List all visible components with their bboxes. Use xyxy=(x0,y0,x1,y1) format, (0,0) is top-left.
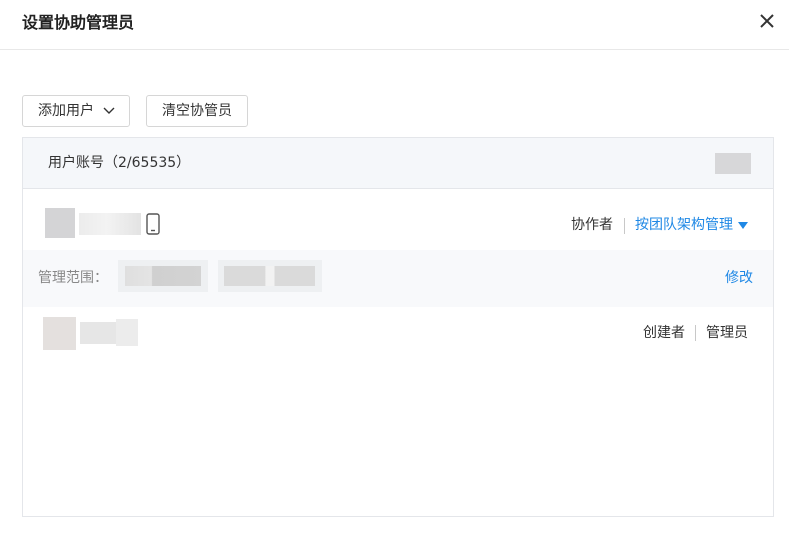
scope-tag xyxy=(218,260,322,292)
edit-scope-link[interactable]: 修改 xyxy=(725,269,753,287)
header-redacted-block xyxy=(715,153,751,174)
avatar xyxy=(43,317,76,350)
management-scope-row: 管理范围： 修改 xyxy=(23,250,773,307)
add-user-button[interactable]: 添加用户 xyxy=(22,95,130,127)
role-divider xyxy=(695,325,696,341)
avatar xyxy=(45,208,75,238)
close-icon[interactable] xyxy=(757,11,777,31)
scope-tag xyxy=(118,260,208,292)
table-header: 用户账号（2/65535） xyxy=(23,138,773,189)
user-table: 用户账号（2/65535） 协作者 按团队架构管理 管理范围： 修改 创建者 管… xyxy=(22,137,774,517)
role-admin: 管理员 xyxy=(706,325,748,341)
clear-coadmins-button[interactable]: 清空协管员 xyxy=(146,95,248,127)
dialog-header: 设置协助管理员 xyxy=(0,0,789,50)
scope-label: 管理范围： xyxy=(38,270,108,286)
table-row: 协作者 按团队架构管理 xyxy=(23,190,773,250)
table-row: 创建者 管理员 xyxy=(23,307,773,367)
user-account-count: 用户账号（2/65535） xyxy=(48,155,191,171)
chevron-down-icon xyxy=(103,107,115,114)
scope-mode-dropdown[interactable]: 按团队架构管理 xyxy=(635,216,733,234)
redacted-username xyxy=(80,322,116,344)
role-creator: 创建者 xyxy=(643,325,685,341)
redacted-username xyxy=(116,319,138,346)
redacted-scope-name xyxy=(224,266,315,286)
add-user-label: 添加用户 xyxy=(38,103,94,119)
mobile-phone-icon xyxy=(146,213,160,235)
role-collaborator: 协作者 xyxy=(571,217,613,233)
redacted-username xyxy=(79,213,141,235)
caret-down-icon[interactable] xyxy=(738,222,748,229)
dialog-title: 设置协助管理员 xyxy=(22,13,135,32)
redacted-scope-name xyxy=(125,266,201,286)
role-divider xyxy=(624,218,625,234)
